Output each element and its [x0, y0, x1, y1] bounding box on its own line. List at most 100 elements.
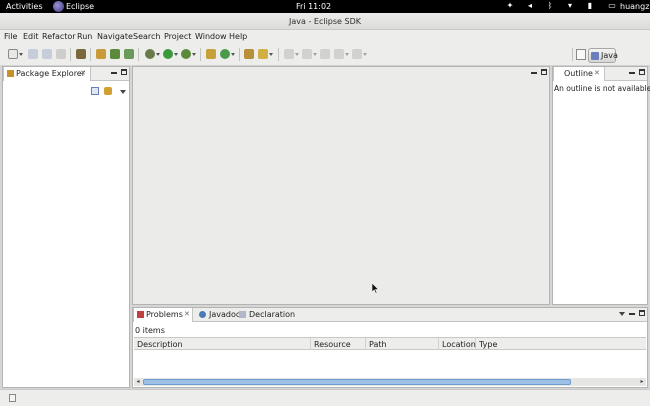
tab-javadoc[interactable]: Javadoc — [209, 310, 240, 319]
forward-icon[interactable] — [352, 49, 362, 59]
menu-help[interactable]: Help — [229, 32, 247, 42]
outline-view[interactable]: Outline ✕ An outline is not available. — [552, 66, 650, 305]
user-icon[interactable]: ▭ — [608, 2, 616, 10]
activities-button[interactable]: Activities — [6, 2, 43, 11]
volume-icon[interactable]: ◂ — [526, 2, 534, 10]
problems-icon — [137, 311, 144, 318]
items-count: 0 items — [135, 326, 165, 335]
outline-header: Outline ✕ — [553, 67, 647, 81]
power-icon[interactable]: ▮ — [586, 2, 594, 10]
declaration-icon — [239, 311, 246, 318]
new-dropdown-icon[interactable] — [19, 53, 23, 56]
debug-icon[interactable] — [145, 49, 155, 59]
maximize-icon[interactable] — [541, 69, 547, 75]
open-perspective-icon[interactable] — [576, 49, 586, 60]
external-tools-icon[interactable] — [181, 49, 191, 59]
close-icon[interactable]: ✕ — [80, 69, 86, 77]
column-type[interactable]: Type — [476, 338, 646, 350]
editor-area[interactable] — [132, 66, 550, 305]
view-menu-icon[interactable] — [120, 90, 126, 94]
back-dropdown-icon[interactable] — [345, 53, 349, 56]
accessibility-icon[interactable]: ✦ — [506, 2, 514, 10]
gnome-top-bar: Activities Eclipse Fri 11:02 ✦ ◂ ᛒ ▾ ▮ ▭… — [0, 0, 650, 13]
previous-annotation-icon[interactable] — [302, 49, 312, 59]
java-perspective-button[interactable]: Java — [588, 48, 618, 63]
fast-view-icon[interactable] — [9, 394, 16, 402]
new-class-icon[interactable] — [206, 49, 216, 59]
search-dropdown-icon[interactable] — [269, 53, 273, 56]
menu-file[interactable]: File — [4, 32, 17, 42]
view-menu-icon[interactable] — [619, 312, 625, 316]
save-all-icon[interactable] — [42, 49, 52, 59]
maximize-icon[interactable] — [639, 69, 645, 75]
scrollbar-thumb[interactable] — [143, 379, 571, 385]
problems-tab-label: Problems — [146, 310, 183, 319]
maximize-icon[interactable] — [639, 310, 645, 316]
tab-problems[interactable]: Problems ✕ — [133, 308, 193, 322]
horizontal-scrollbar[interactable]: ◂ ▸ — [134, 378, 646, 386]
collapse-all-icon[interactable] — [91, 87, 99, 95]
next-annotation-icon[interactable] — [284, 49, 294, 59]
column-resource[interactable]: Resource — [311, 338, 366, 350]
new-package-icon[interactable] — [124, 49, 134, 59]
scroll-left-icon[interactable]: ◂ — [134, 378, 142, 386]
column-description[interactable]: Description — [134, 338, 311, 350]
last-edit-location-icon[interactable] — [320, 49, 330, 59]
terminal-icon[interactable] — [76, 49, 86, 59]
user-name[interactable]: huangz — [620, 2, 649, 11]
external-tools-dropdown-icon[interactable] — [192, 53, 196, 56]
new-java-project-icon[interactable] — [110, 49, 120, 59]
open-type-icon[interactable] — [96, 49, 106, 59]
back-icon[interactable] — [334, 49, 344, 59]
close-icon[interactable]: ✕ — [594, 69, 600, 77]
minimize-icon[interactable] — [629, 313, 635, 315]
link-with-editor-icon[interactable] — [104, 87, 112, 95]
print-icon[interactable] — [56, 49, 66, 59]
search-icon[interactable] — [258, 49, 268, 59]
menu-window[interactable]: Window — [195, 32, 227, 42]
minimize-icon[interactable] — [629, 72, 635, 74]
open-folder-icon[interactable] — [244, 49, 254, 59]
toolbar-separator — [572, 48, 573, 61]
maximize-icon[interactable] — [121, 69, 127, 75]
problems-view[interactable]: Problems ✕ Javadoc Declaration 0 items D… — [132, 307, 648, 388]
save-icon[interactable] — [28, 49, 38, 59]
forward-dropdown-icon[interactable] — [363, 53, 367, 56]
window-title: Java - Eclipse SDK — [289, 17, 361, 26]
column-path[interactable]: Path — [366, 338, 439, 350]
bluetooth-icon[interactable]: ᛒ — [546, 2, 554, 10]
window-title-bar[interactable]: Java - Eclipse SDK — [0, 13, 650, 30]
tab-declaration[interactable]: Declaration — [249, 310, 295, 319]
menu-bar: File Edit Refactor Run Navigate Search P… — [0, 30, 650, 44]
tab-package-explorer[interactable]: Package Explorer ✕ — [3, 67, 91, 81]
new-class-wizard-icon[interactable] — [220, 49, 230, 59]
new-icon[interactable] — [8, 49, 18, 59]
close-icon[interactable]: ✕ — [184, 310, 190, 318]
clock[interactable]: Fri 11:02 — [296, 2, 331, 11]
debug-dropdown-icon[interactable] — [156, 53, 160, 56]
run-dropdown-icon[interactable] — [174, 53, 178, 56]
scroll-right-icon[interactable]: ▸ — [638, 378, 646, 386]
next-annotation-dropdown-icon[interactable] — [295, 53, 299, 56]
minimize-icon[interactable] — [531, 72, 537, 74]
network-icon[interactable]: ▾ — [566, 2, 574, 10]
new-class-dropdown-icon[interactable] — [231, 53, 235, 56]
package-explorer-view[interactable]: Package Explorer ✕ — [2, 66, 130, 388]
toolbar-separator — [70, 48, 71, 61]
menu-project[interactable]: Project — [164, 32, 191, 42]
previous-annotation-dropdown-icon[interactable] — [313, 53, 317, 56]
menu-navigate[interactable]: Navigate — [97, 32, 133, 42]
menu-refactor[interactable]: Refactor — [42, 32, 76, 42]
app-menu-button[interactable]: Eclipse — [66, 2, 94, 11]
tab-outline[interactable]: Outline ✕ — [553, 67, 605, 81]
package-explorer-header: Package Explorer ✕ — [3, 67, 129, 81]
minimize-icon[interactable] — [111, 72, 117, 74]
menu-run[interactable]: Run — [77, 32, 92, 42]
menu-search[interactable]: Search — [133, 32, 160, 42]
column-location[interactable]: Location — [439, 338, 476, 350]
package-icon — [7, 70, 14, 77]
menu-edit[interactable]: Edit — [23, 32, 39, 42]
toolbar-separator — [90, 48, 91, 61]
run-icon[interactable] — [163, 49, 173, 59]
java-perspective-label: Java — [601, 51, 618, 60]
